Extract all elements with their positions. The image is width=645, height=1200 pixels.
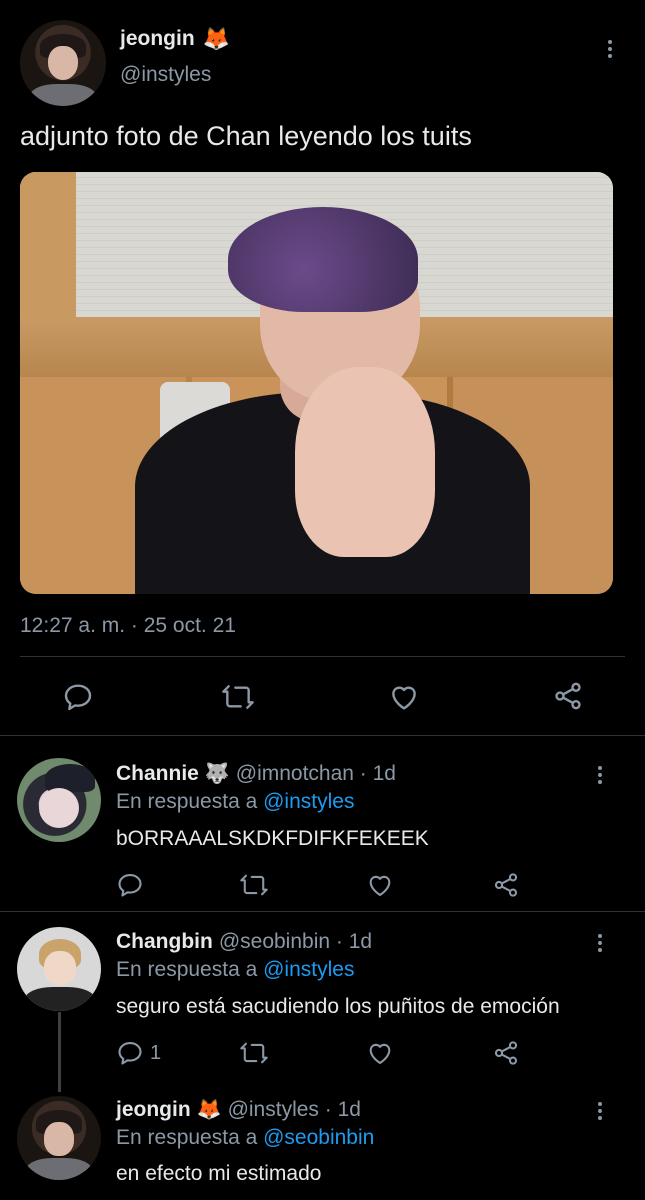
replying-to-label: En respuesta a xyxy=(116,1126,258,1149)
avatar[interactable] xyxy=(17,758,101,842)
reply-text: en efecto mi estimado xyxy=(116,1162,322,1185)
more-options-icon[interactable] xyxy=(600,36,620,62)
reply-display-name[interactable]: Channie xyxy=(116,762,199,786)
reply-tweet[interactable]: Channie 🐺 @imnotchan · 1d En respuesta a… xyxy=(0,736,645,911)
replying-to: En respuesta a @instyles xyxy=(116,790,354,814)
replying-to-label: En respuesta a xyxy=(116,790,258,813)
more-options-icon[interactable] xyxy=(590,1098,610,1124)
reply-icon xyxy=(118,1042,142,1065)
avatar[interactable] xyxy=(17,1096,101,1180)
reply-display-name[interactable]: jeongin xyxy=(116,1098,191,1122)
thread-connector-line xyxy=(58,1012,61,1092)
reply-button[interactable] xyxy=(62,681,94,713)
replying-to-mention[interactable]: @seobinbin xyxy=(263,1126,374,1149)
share-icon xyxy=(494,873,518,897)
fox-emoji: 🦊 xyxy=(196,1099,222,1121)
replying-to: En respuesta a @seobinbin xyxy=(116,1126,374,1150)
avatar[interactable] xyxy=(17,927,101,1011)
reply-author-row[interactable]: Channie 🐺 @imnotchan · 1d xyxy=(116,762,396,786)
tweet-timestamp[interactable]: 12:27 a. m. · 25 oct. 21 xyxy=(20,614,236,638)
reply-handle[interactable]: @seobinbin · 1d xyxy=(219,930,372,954)
like-button[interactable] xyxy=(388,681,420,713)
reply-count: 1 xyxy=(150,1041,162,1064)
reply-handle[interactable]: @instyles · 1d xyxy=(228,1098,361,1122)
author-name-row[interactable]: jeongin 🦊 xyxy=(120,27,230,51)
share-button[interactable] xyxy=(492,871,520,899)
retweet-button[interactable] xyxy=(239,871,269,899)
reply-author-row[interactable]: jeongin 🦊 @instyles · 1d xyxy=(116,1098,361,1122)
reply-author-row[interactable]: Changbin @seobinbin · 1d xyxy=(116,930,372,954)
reply-button[interactable] xyxy=(116,871,150,899)
reply-handle[interactable]: @imnotchan · 1d xyxy=(236,762,396,786)
author-display-name[interactable]: jeongin xyxy=(120,27,195,51)
replying-to-label: En respuesta a xyxy=(116,958,258,981)
author-handle[interactable]: @instyles xyxy=(120,63,211,87)
like-button[interactable] xyxy=(366,871,394,899)
retweet-icon xyxy=(240,1042,268,1064)
share-icon xyxy=(494,1041,518,1065)
tweet-media-image[interactable] xyxy=(20,172,613,594)
replying-to-mention[interactable]: @instyles xyxy=(263,790,354,813)
like-button[interactable] xyxy=(366,1039,394,1067)
avatar[interactable] xyxy=(20,20,106,106)
retweet-icon xyxy=(240,874,268,896)
more-options-icon[interactable] xyxy=(590,762,610,788)
share-button[interactable] xyxy=(492,1039,520,1067)
replying-to: En respuesta a @instyles xyxy=(116,958,354,982)
retweet-button[interactable] xyxy=(239,1039,269,1067)
like-icon xyxy=(369,1043,391,1064)
reply-icon xyxy=(118,874,142,897)
share-button[interactable] xyxy=(552,680,584,712)
reply-text: bORRAAALSKDKFDIFKFEKEEK xyxy=(116,827,429,850)
wolf-emoji: 🐺 xyxy=(204,763,230,785)
retweet-icon xyxy=(222,685,254,709)
reply-text: seguro está sacudiendo los puñitos de em… xyxy=(116,995,560,1018)
like-icon xyxy=(392,686,416,710)
reply-tweet[interactable]: Changbin @seobinbin · 1d En respuesta a … xyxy=(0,912,645,1088)
reply-display-name[interactable]: Changbin xyxy=(116,930,213,954)
fox-emoji: 🦊 xyxy=(202,26,231,51)
reply-tweet[interactable]: jeongin 🦊 @instyles · 1d En respuesta a … xyxy=(0,1088,645,1200)
tweet-text: adjunto foto de Chan leyendo los tuits xyxy=(20,121,472,151)
share-icon xyxy=(555,682,581,710)
like-icon xyxy=(369,875,391,896)
replying-to-mention[interactable]: @instyles xyxy=(263,958,354,981)
retweet-button[interactable] xyxy=(220,681,256,713)
reply-button[interactable]: 1 xyxy=(116,1039,161,1067)
divider xyxy=(20,656,625,657)
more-options-icon[interactable] xyxy=(590,930,610,956)
reply-icon xyxy=(64,684,92,711)
